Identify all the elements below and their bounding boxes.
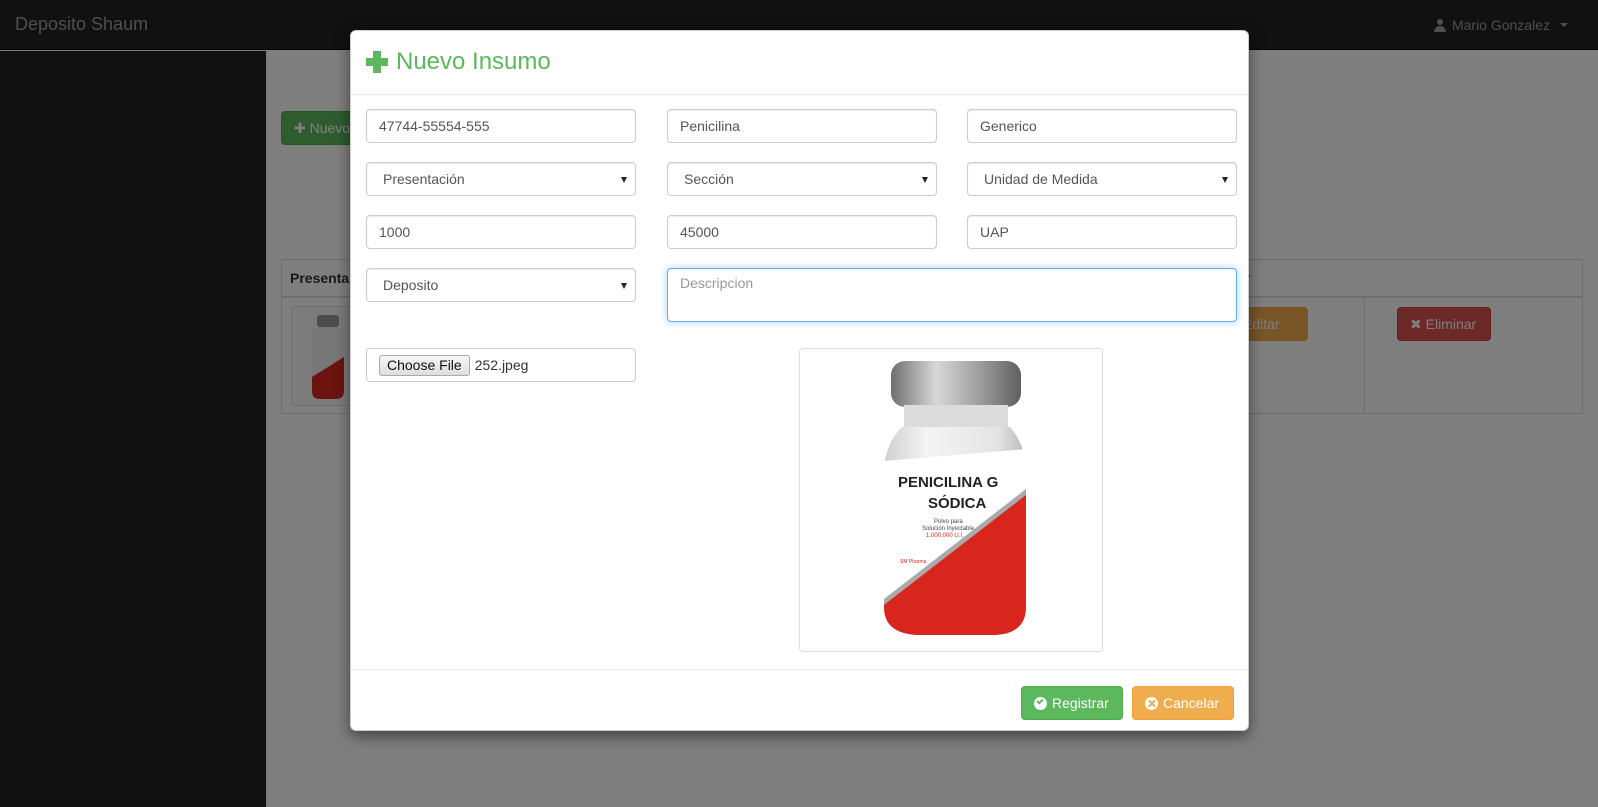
cancel-label: Cancelar <box>1163 695 1220 711</box>
vial-label-title: PENICILINA G <box>898 474 998 491</box>
seccion-value: Sección <box>684 171 734 187</box>
choose-file-button[interactable]: Choose File <box>379 354 470 376</box>
file-input[interactable]: Choose File 252.jpeg <box>366 348 636 382</box>
new-supply-modal: Nuevo Insumo Presentación Sección Unidad… <box>350 30 1249 731</box>
unidad-medida-value: Unidad de Medida <box>984 171 1098 187</box>
descripcion-textarea[interactable] <box>667 268 1237 322</box>
cantidad-input[interactable] <box>366 215 636 249</box>
uap-input[interactable] <box>967 215 1237 249</box>
cancel-button[interactable]: Cancelar <box>1132 686 1234 720</box>
codigo-input[interactable] <box>366 109 636 143</box>
deposito-value: Deposito <box>383 277 439 293</box>
dropdown-arrow-icon <box>1222 177 1228 183</box>
deposito-select[interactable]: Deposito <box>366 268 636 302</box>
dropdown-arrow-icon <box>621 283 627 289</box>
file-name: 252.jpeg <box>474 357 529 373</box>
vial-brand: SM Pharma <box>900 559 927 565</box>
dropdown-arrow-icon <box>922 177 928 183</box>
nombre-input[interactable] <box>667 109 937 143</box>
presentacion-value: Presentación <box>383 171 465 187</box>
register-button[interactable]: Registrar <box>1021 686 1123 720</box>
modal-header: Nuevo Insumo <box>351 31 1248 95</box>
vial-label-subtitle: SÓDICA <box>928 494 987 512</box>
generico-input[interactable] <box>967 109 1237 143</box>
precio-input[interactable] <box>667 215 937 249</box>
vial-label-small1: Polvo para <box>934 519 963 525</box>
dropdown-arrow-icon <box>621 177 627 183</box>
vial-image: PENICILINA G SÓDICA Polvo para Solución … <box>884 361 1026 635</box>
modal-title-text: Nuevo Insumo <box>396 48 551 75</box>
image-preview: PENICILINA G SÓDICA Polvo para Solución … <box>799 348 1103 652</box>
presentacion-select[interactable]: Presentación <box>366 162 636 196</box>
modal-title: Nuevo Insumo <box>366 48 551 76</box>
register-label: Registrar <box>1052 695 1109 711</box>
plus-icon <box>366 51 388 73</box>
times-circle-icon <box>1145 696 1158 710</box>
modal-footer: Registrar Cancelar <box>351 669 1248 732</box>
seccion-select[interactable]: Sección <box>667 162 937 196</box>
unidad-medida-select[interactable]: Unidad de Medida <box>967 162 1237 196</box>
check-circle-icon <box>1034 696 1047 710</box>
vial-label-dose: 1.000.000 U.I. <box>926 533 964 539</box>
vial-label-small2: Solución Inyectable <box>922 526 975 532</box>
